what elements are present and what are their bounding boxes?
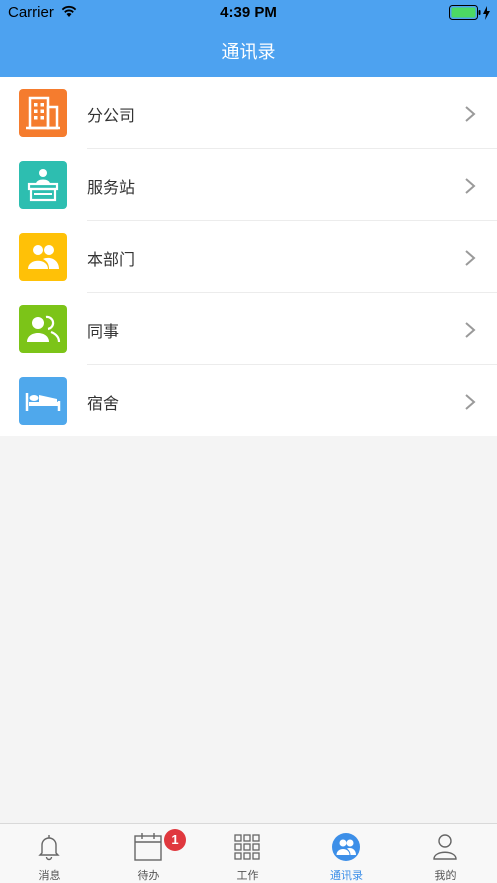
clock: 4:39 PM [220, 4, 277, 21]
tab-me[interactable]: 我的 [396, 824, 495, 883]
chevron-right-icon [465, 394, 476, 410]
todo-count-badge: 1 [164, 829, 186, 851]
department-people-icon [19, 233, 67, 281]
tab-messages[interactable]: 消息 [0, 824, 99, 883]
page-title: 通讯录 [221, 42, 276, 63]
header: Carrier 4:39 PM 通讯录 [0, 0, 497, 77]
tab-bar: 消息 待办 1 工作 通讯录 我的 [0, 823, 497, 883]
list-item-label: 本部门 [87, 250, 136, 269]
list-item-dormitory[interactable]: 宿舍 [0, 365, 497, 437]
chevron-right-icon [465, 106, 476, 122]
contacts-category-list: 分公司 服务站 本部门 同事 宿舍 [0, 77, 497, 436]
tab-label: 我的 [434, 869, 457, 882]
list-item-service-station[interactable]: 服务站 [0, 149, 497, 221]
tab-work[interactable]: 工作 [198, 824, 297, 883]
list-item-label: 服务站 [87, 178, 136, 197]
tab-contacts[interactable]: 通讯录 [297, 824, 396, 883]
office-building-icon [19, 89, 67, 137]
list-item-label: 分公司 [87, 106, 136, 125]
tab-label: 消息 [38, 869, 61, 882]
battery-icon [449, 5, 490, 20]
list-item-colleague[interactable]: 同事 [0, 293, 497, 365]
service-desk-icon [19, 161, 67, 209]
list-item-branch-office[interactable]: 分公司 [0, 77, 497, 149]
list-item-label: 同事 [87, 322, 120, 341]
contacts-icon [332, 833, 360, 861]
tab-label: 工作 [236, 869, 259, 882]
chevron-right-icon [465, 178, 476, 194]
grid-icon [234, 834, 260, 860]
status-bar: Carrier 4:39 PM [0, 0, 497, 26]
colleague-icon [19, 305, 67, 353]
chevron-right-icon [465, 250, 476, 266]
bed-icon [19, 377, 67, 425]
calendar-icon [134, 833, 162, 861]
person-icon [433, 834, 457, 860]
bell-icon [38, 835, 60, 861]
tab-label: 待办 [137, 869, 160, 882]
tab-label: 通讯录 [330, 869, 363, 882]
list-item-department[interactable]: 本部门 [0, 221, 497, 293]
chevron-right-icon [465, 322, 476, 338]
list-item-label: 宿舍 [87, 394, 120, 413]
